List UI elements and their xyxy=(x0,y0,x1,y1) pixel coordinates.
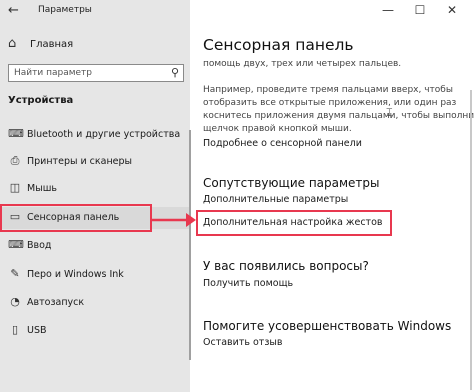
gesture-link-highlight-box xyxy=(196,210,392,236)
cursor-icon: ⌶ xyxy=(386,106,393,119)
search-input[interactable]: Найти параметр ⚲ xyxy=(8,64,184,82)
search-icon[interactable]: ⚲ xyxy=(171,66,179,79)
autoplay-icon: ◔ xyxy=(10,295,20,308)
sidebar-item-label: Перо и Windows Ink xyxy=(27,269,124,280)
sidebar-section-title: Устройства xyxy=(8,95,74,106)
paragraph-line: Например, проведите тремя пальцами вверх… xyxy=(203,85,453,95)
sidebar-item-label: USB xyxy=(27,325,47,336)
pen-icon: ✎ xyxy=(10,267,20,280)
sidebar-item-label: Мышь xyxy=(27,183,57,194)
paragraph-line: коснитесь приложения двумя пальцами, что… xyxy=(203,111,474,121)
sidebar-item-bluetooth[interactable]: ⌨ Bluetooth и другие устройства xyxy=(0,124,190,146)
sidebar-item-label: Ввод xyxy=(27,240,52,251)
sidebar-item-usb[interactable]: ▯ USB xyxy=(0,320,190,342)
feedback-link[interactable]: Оставить отзыв xyxy=(203,337,282,348)
home-label: Главная xyxy=(30,39,74,50)
sidebar-item-mouse[interactable]: ◫ Мышь xyxy=(0,178,190,200)
paragraph-line: щелчок правой кнопкой мыши. xyxy=(203,124,352,134)
intro-text: помощь двух, трех или четырех пальцев. xyxy=(203,59,402,69)
improve-title: Помогите усовершенствовать Windows xyxy=(203,319,452,333)
back-arrow-icon[interactable]: ← xyxy=(8,3,19,18)
pointer-arrow-icon xyxy=(152,213,196,227)
mouse-icon: ◫ xyxy=(9,181,21,194)
keyboard-icon: ⌨ xyxy=(8,238,24,251)
related-settings-title: Сопутствующие параметры xyxy=(203,176,380,190)
main-scrollbar[interactable] xyxy=(470,90,472,390)
paragraph-line: отобразить все открытые приложения, или … xyxy=(203,98,457,108)
sidebar-item-pen[interactable]: ✎ Перо и Windows Ink xyxy=(0,264,190,286)
sidebar-item-printers[interactable]: ⎙ Принтеры и сканеры xyxy=(0,151,190,173)
sidebar-item-label: Автозапуск xyxy=(27,297,85,308)
additional-settings-link[interactable]: Дополнительные параметры xyxy=(203,194,348,205)
usb-icon: ▯ xyxy=(11,323,19,336)
get-help-link[interactable]: Получить помощь xyxy=(203,278,293,289)
sidebar-item-label: Принтеры и сканеры xyxy=(27,156,133,167)
learn-more-link[interactable]: Подробнее о сенсорной панели xyxy=(203,138,362,149)
home-icon: ⌂ xyxy=(8,36,17,51)
search-placeholder: Найти параметр xyxy=(14,68,92,78)
touchpad-highlight-box xyxy=(0,204,152,232)
page-title: Сенсорная панель xyxy=(203,36,354,54)
questions-title: У вас появились вопросы? xyxy=(203,259,369,273)
sidebar-item-typing[interactable]: ⌨ Ввод xyxy=(0,235,190,257)
bluetooth-icon: ⌨ xyxy=(8,127,24,140)
window-title: Параметры xyxy=(38,5,92,15)
main-panel: Сенсорная панель помощь двух, трех или ч… xyxy=(190,0,474,392)
sidebar-item-label: Bluetooth и другие устройства xyxy=(27,129,181,140)
printer-icon: ⎙ xyxy=(10,154,20,167)
sidebar-item-autoplay[interactable]: ◔ Автозапуск xyxy=(0,292,190,314)
